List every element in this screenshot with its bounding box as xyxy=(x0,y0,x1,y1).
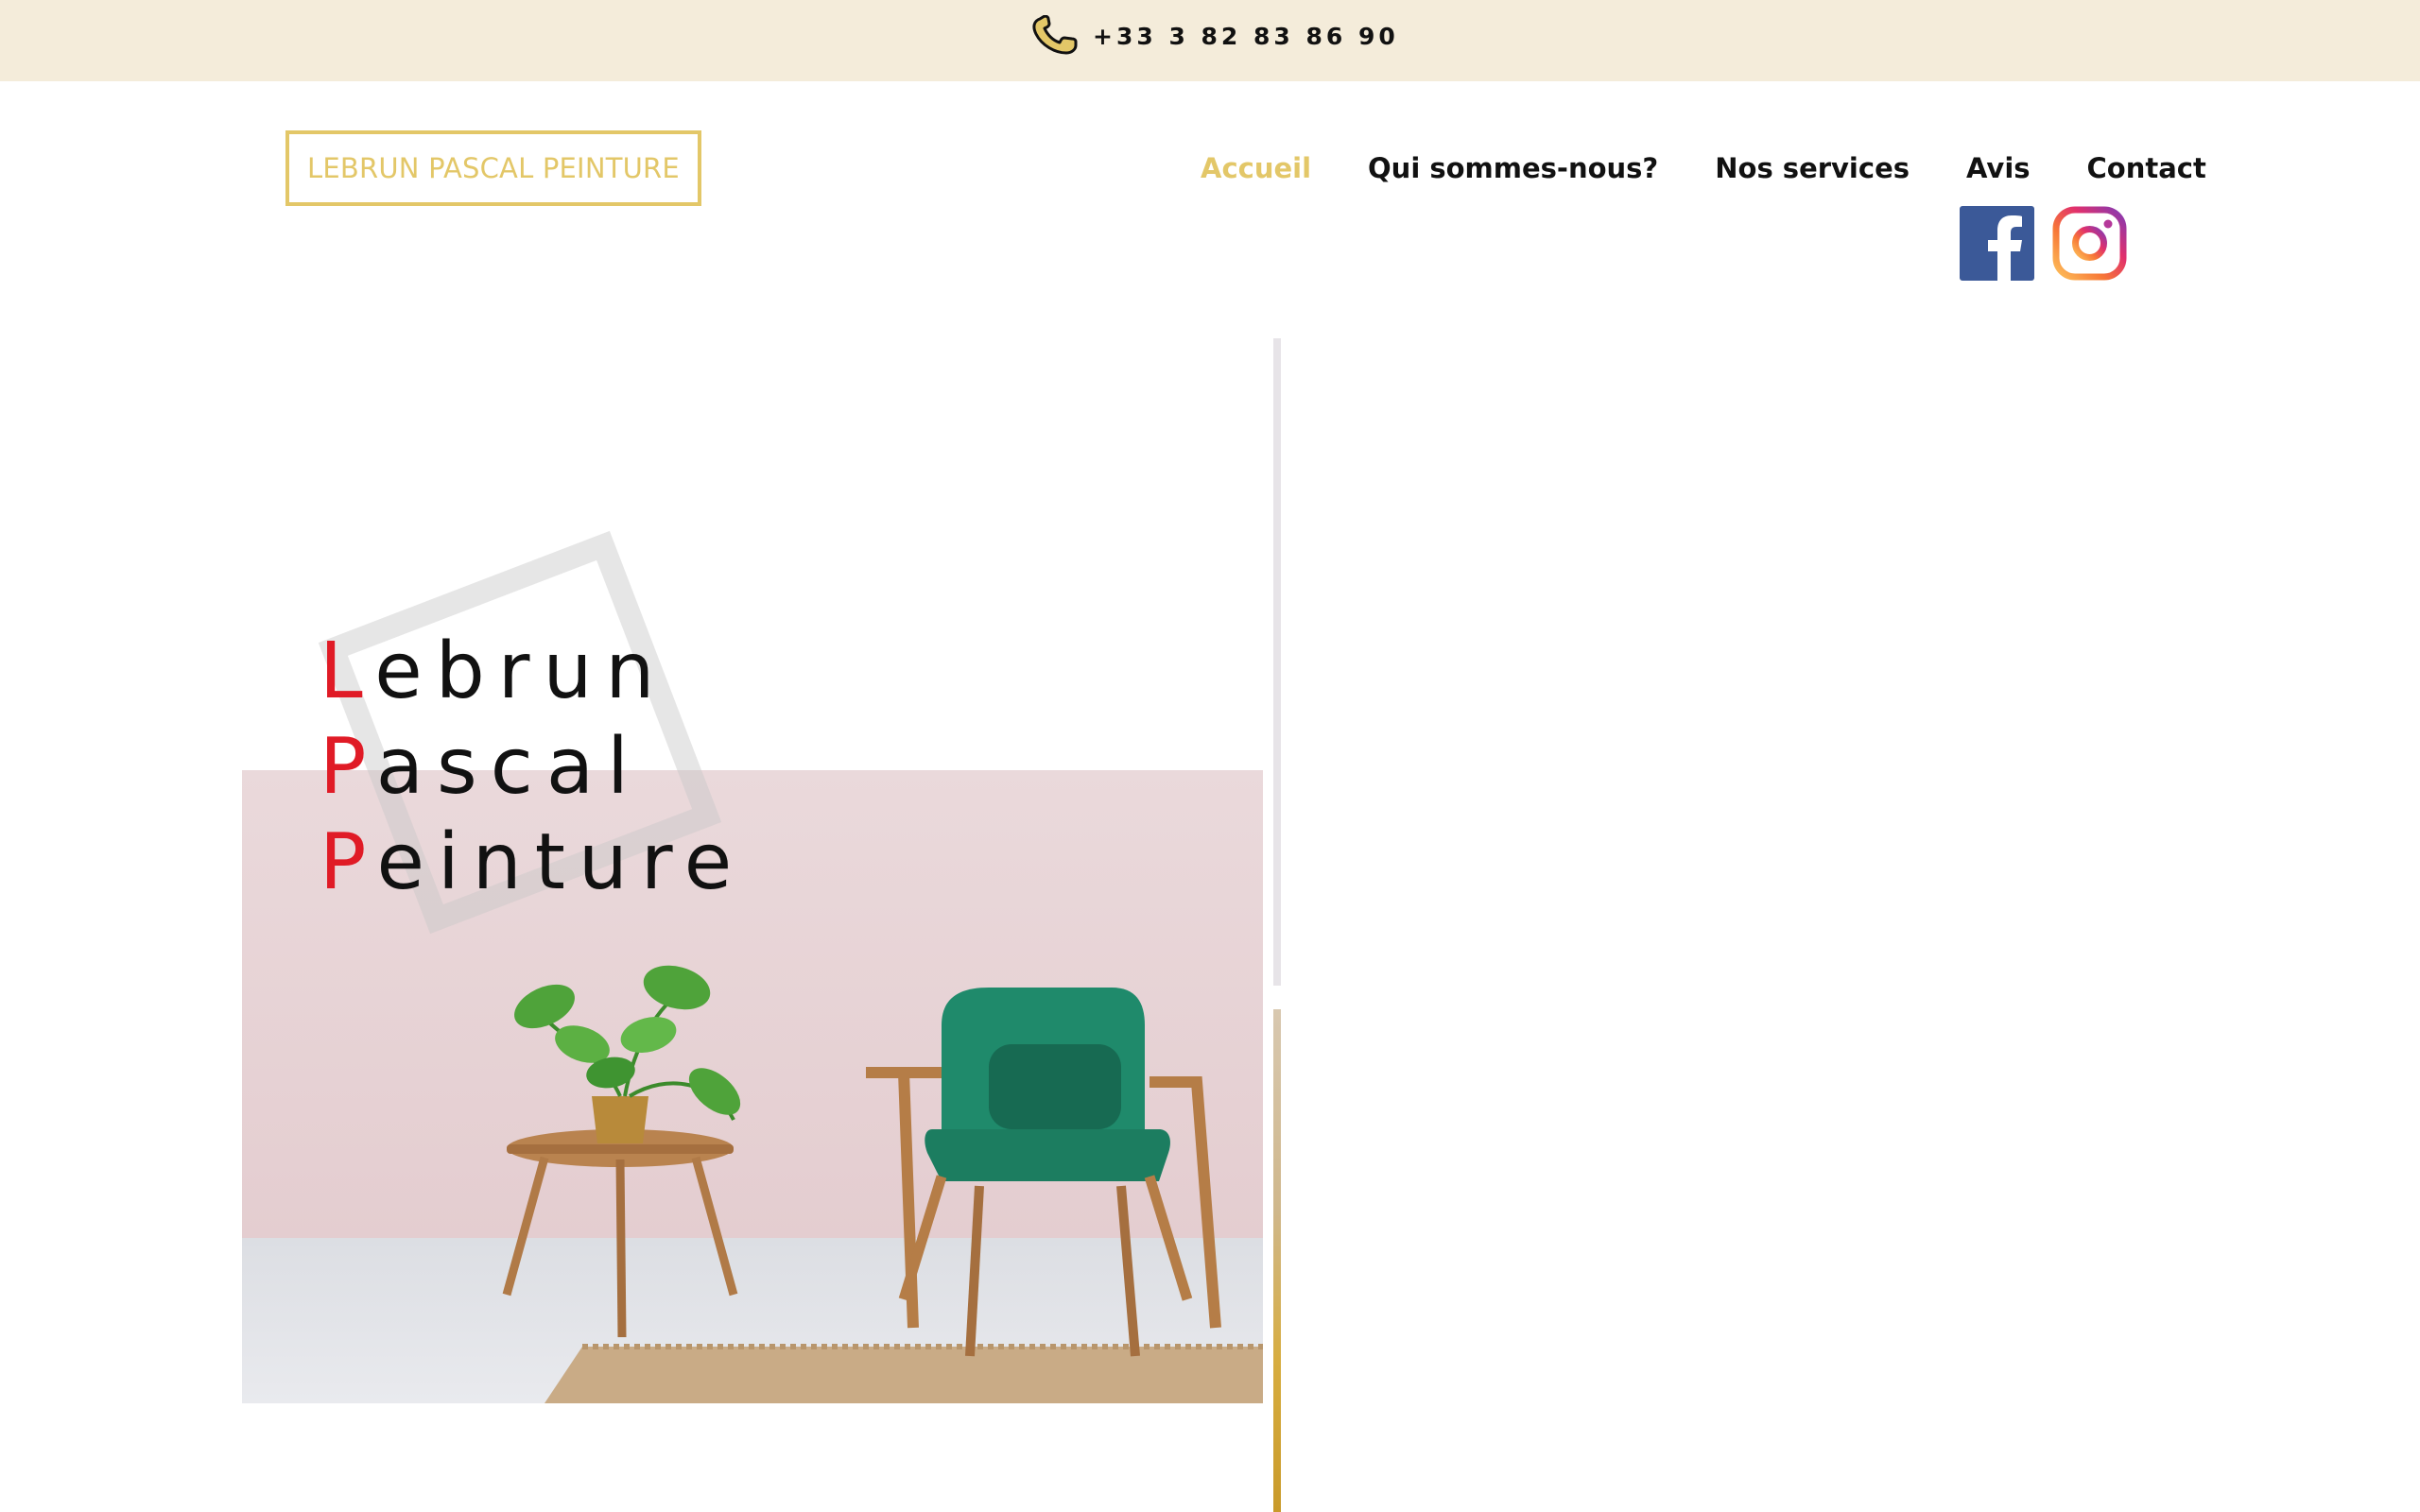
brand-line-peinture: Peinture xyxy=(320,817,746,907)
rug xyxy=(544,1347,1263,1403)
phone-number[interactable]: +33 3 82 83 86 90 xyxy=(1093,23,1399,50)
site-logo-text: LEBRUN PASCAL PEINTURE xyxy=(307,152,680,184)
phone-link[interactable]: +33 3 82 83 86 90 xyxy=(1030,9,1399,62)
top-bar: +33 3 82 83 86 90 xyxy=(0,0,2420,81)
brand-wordmark: Lebrun Pascal Peinture xyxy=(320,624,745,910)
nav-item-nos-services[interactable]: Nos services xyxy=(1715,152,1910,184)
phone-icon xyxy=(1032,15,1078,55)
brand-line-pascal: Pascal xyxy=(320,722,642,812)
vertical-divider xyxy=(1273,338,1281,986)
nav-item-contact[interactable]: Contact xyxy=(2087,152,2206,184)
nav-item-accueil[interactable]: Accueil xyxy=(1201,152,1311,184)
nav-item-avis[interactable]: Avis xyxy=(1966,152,2031,184)
site-logo[interactable]: LEBRUN PASCAL PEINTURE xyxy=(285,130,701,206)
brand-line-lebrun: Lebrun xyxy=(320,627,668,716)
nav-item-qui-sommes-nous[interactable]: Qui sommes-nous? xyxy=(1368,152,1658,184)
facebook-icon[interactable] xyxy=(1960,206,2034,281)
instagram-icon[interactable] xyxy=(2052,206,2127,281)
social-links xyxy=(1960,206,2127,281)
photo-strip xyxy=(1273,1009,1281,1512)
page: +33 3 82 83 86 90 LEBRUN PASCAL PEINTURE… xyxy=(0,0,2420,1512)
main-nav: Accueil Qui sommes-nous? Nos services Av… xyxy=(1201,146,2206,191)
